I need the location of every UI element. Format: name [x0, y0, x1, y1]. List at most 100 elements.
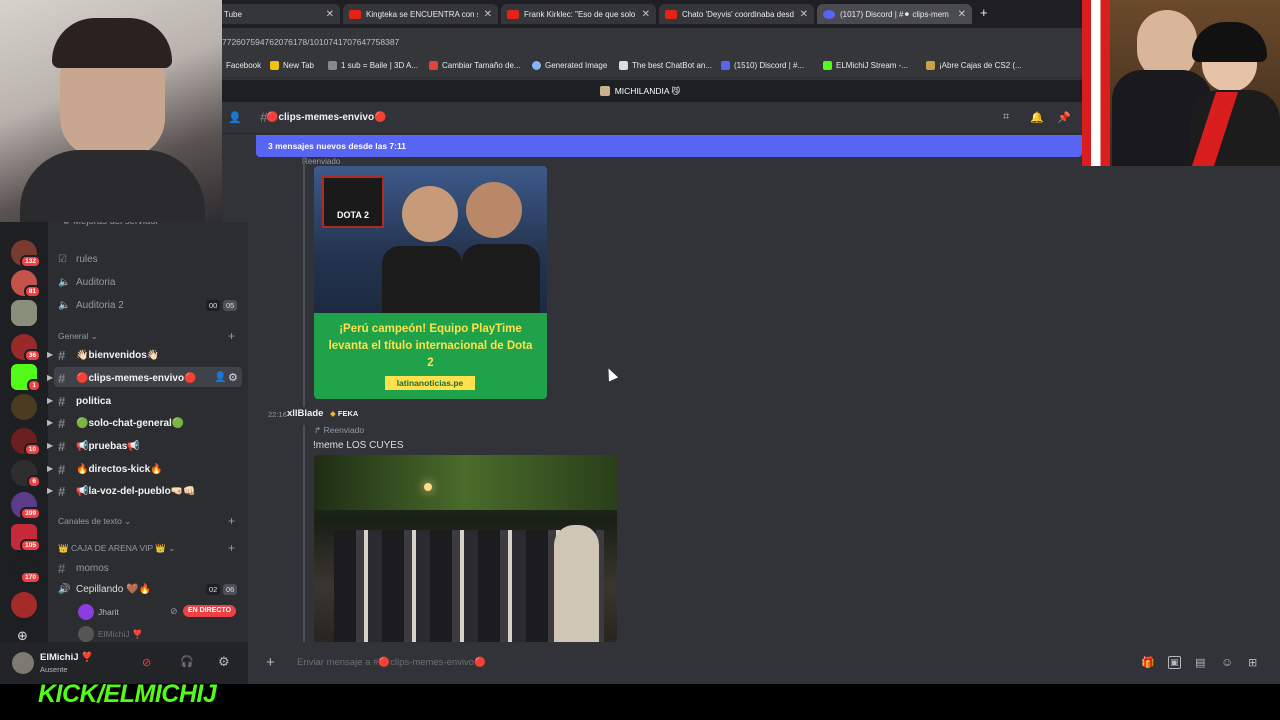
channel-directos-kick[interactable]: # 🔥directos-kick🔥: [58, 462, 163, 477]
headphones-icon[interactable]: 🎧: [180, 655, 194, 668]
browser-tab[interactable]: Kingteka se ENCUENTRA con s ✕: [343, 4, 498, 24]
add-channel-icon[interactable]: +: [228, 329, 235, 343]
bookmark-item[interactable]: New Tab: [270, 61, 314, 70]
avatar[interactable]: [12, 652, 34, 674]
browser-tab[interactable]: Frank Kirklec: "Eso de que solo u ✕: [501, 4, 656, 24]
new-messages-banner[interactable]: 3 mensajes nuevos desde las 7:11: [256, 135, 1082, 157]
bookmark-item[interactable]: Generated Image: [532, 61, 607, 70]
server-icon[interactable]: [11, 394, 37, 420]
avatar[interactable]: [78, 626, 94, 642]
message-author[interactable]: xllBlade: [287, 408, 323, 419]
server-icon[interactable]: 36: [11, 334, 41, 362]
live-badge: EN DIRECTO: [183, 605, 237, 617]
chevron-right-icon: ▶: [47, 396, 54, 405]
voice-user-name[interactable]: ElMichiJ ❣️: [98, 629, 143, 640]
browser-tab[interactable]: Tube ✕: [218, 4, 340, 24]
avatar[interactable]: [78, 604, 94, 620]
meme-image[interactable]: [314, 455, 617, 643]
tab-title: Chato 'Deyvis' coordinaba desd: [682, 9, 794, 19]
youtube-icon: [665, 9, 677, 19]
gift-icon[interactable]: 🎁: [1141, 656, 1155, 669]
channel-politica[interactable]: # politica: [58, 394, 111, 409]
add-channel-icon[interactable]: +: [228, 514, 235, 528]
server-name: MICHILANDIA 😼: [614, 85, 681, 96]
channel-momos[interactable]: # momos: [58, 561, 109, 576]
category-vip[interactable]: 👑 CAJA DE ARENA VIP 👑 ⌄: [58, 543, 175, 554]
bell-icon[interactable]: 🔔: [1030, 111, 1044, 124]
url-text[interactable]: 772607594762076178/1010741707647758387: [222, 37, 399, 47]
bookmark-item[interactable]: The best ChatBot an...: [619, 61, 712, 70]
server-icon[interactable]: [11, 300, 37, 326]
category-text-channels[interactable]: Canales de texto ⌄: [58, 516, 131, 527]
news-image[interactable]: DOTA 2 ¡Perú campeón! Equipo PlayTime le…: [314, 166, 547, 399]
add-friend-icon[interactable]: 👤: [228, 111, 242, 124]
channel-bienvenidos[interactable]: # 👋🏻bienvenidos👋🏻: [58, 348, 159, 363]
channel-voice-auditoria-2[interactable]: 🔈 Auditoria 2: [58, 300, 124, 311]
bookmark-icon: [926, 61, 935, 70]
threads-icon[interactable]: ⌗: [1003, 111, 1009, 124]
chevron-right-icon: ▶: [47, 350, 54, 359]
voice-limit: 05: [223, 300, 238, 311]
channel-la-voz-del-pueblo[interactable]: # 📢la-voz-del-pueblo🤜🏻👊🏻: [58, 484, 196, 499]
discord-icon: [823, 9, 835, 19]
server-icon[interactable]: 81: [11, 270, 41, 298]
bookmark-item[interactable]: Cambiar Tamaño de...: [429, 61, 521, 70]
server-icon[interactable]: 1: [11, 364, 41, 392]
bookmark-item[interactable]: ¡Abre Cajas de CS2 (...: [926, 61, 1022, 70]
browser-tab[interactable]: Chato 'Deyvis' coordinaba desd ✕: [659, 4, 814, 24]
browser-tab-active[interactable]: (1017) Discord | #⚫ clips-mem ✕: [817, 4, 972, 24]
new-tab-icon[interactable]: +: [980, 5, 988, 20]
close-icon[interactable]: ✕: [800, 9, 808, 20]
bookmark-label: 1 sub = Baile | 3D A...: [341, 61, 419, 70]
channel-voice-auditoria[interactable]: 🔈 Auditoria: [58, 277, 115, 288]
chevron-right-icon: ▶: [47, 486, 54, 495]
category-general[interactable]: General ⌄: [58, 331, 98, 342]
bookmark-item[interactable]: Facebook: [226, 61, 261, 70]
bookmark-icon: [429, 61, 438, 70]
user-status: Ausente: [40, 665, 68, 674]
server-icon[interactable]: 170: [11, 556, 41, 584]
channel-label: Auditoria: [76, 277, 116, 288]
pin-icon[interactable]: 📌: [1057, 111, 1071, 124]
close-icon[interactable]: ✕: [958, 9, 966, 20]
youtube-icon: [349, 9, 361, 19]
bookmark-item[interactable]: (1510) Discord | #...: [721, 61, 804, 70]
close-icon[interactable]: ✕: [642, 9, 650, 20]
emoji-icon[interactable]: ☺: [1221, 655, 1233, 669]
webcam-overlay: [0, 0, 222, 222]
settings-gear-icon[interactable]: ⚙: [218, 654, 230, 670]
add-channel-icon[interactable]: +: [228, 541, 235, 555]
channel-voice-cepillando[interactable]: 🔊 Cepillando 🤎🔥: [58, 584, 151, 595]
server-icon[interactable]: 105: [11, 524, 41, 552]
role-badge: ◆ FEKA: [330, 409, 359, 418]
chevron-right-icon: ▶: [47, 464, 54, 473]
attach-plus-icon[interactable]: +: [266, 654, 275, 671]
gif-icon[interactable]: ▣: [1168, 656, 1181, 669]
close-icon[interactable]: ✕: [326, 9, 334, 20]
bookmark-item[interactable]: 1 sub = Baile | 3D A...: [328, 61, 418, 70]
voice-user-name[interactable]: Jharit: [98, 607, 119, 617]
username[interactable]: ElMichiJ ❣️: [40, 652, 93, 663]
bookmark-icon: [619, 61, 628, 70]
server-icon[interactable]: [11, 592, 37, 618]
gear-icon[interactable]: ⚙: [228, 371, 238, 384]
rules-icon: ☑: [58, 254, 67, 265]
channel-pruebas[interactable]: # 📢pruebas📢: [58, 439, 140, 454]
channel-rules[interactable]: ☑ rules: [58, 254, 98, 265]
message-input[interactable]: Enviar mensaje a #🔴clips-memes-envivo🔴: [297, 657, 486, 668]
person-jersey: [462, 244, 540, 314]
server-icon[interactable]: 6: [11, 460, 41, 488]
channel-clips-memes-envivo[interactable]: # 🔴clips-memes-envivo🔴: [58, 371, 197, 386]
server-icon[interactable]: 399: [11, 492, 41, 520]
microphone-muted-icon[interactable]: ⊘: [142, 656, 151, 669]
speaker-icon: 🔈: [58, 300, 71, 311]
add-member-icon[interactable]: 👤: [214, 372, 226, 383]
server-icon[interactable]: 10: [11, 428, 41, 456]
sticker-icon[interactable]: ▤: [1195, 656, 1205, 669]
close-icon[interactable]: ✕: [484, 9, 492, 20]
bookmark-item[interactable]: ELMichiJ Stream -...: [823, 61, 908, 70]
server-icon[interactable]: 132: [11, 240, 41, 268]
apps-icon[interactable]: ⊞: [1248, 656, 1257, 669]
person-hair: [1192, 22, 1267, 62]
channel-solo-chat-general[interactable]: # 🟢solo-chat-general🟢: [58, 416, 184, 431]
